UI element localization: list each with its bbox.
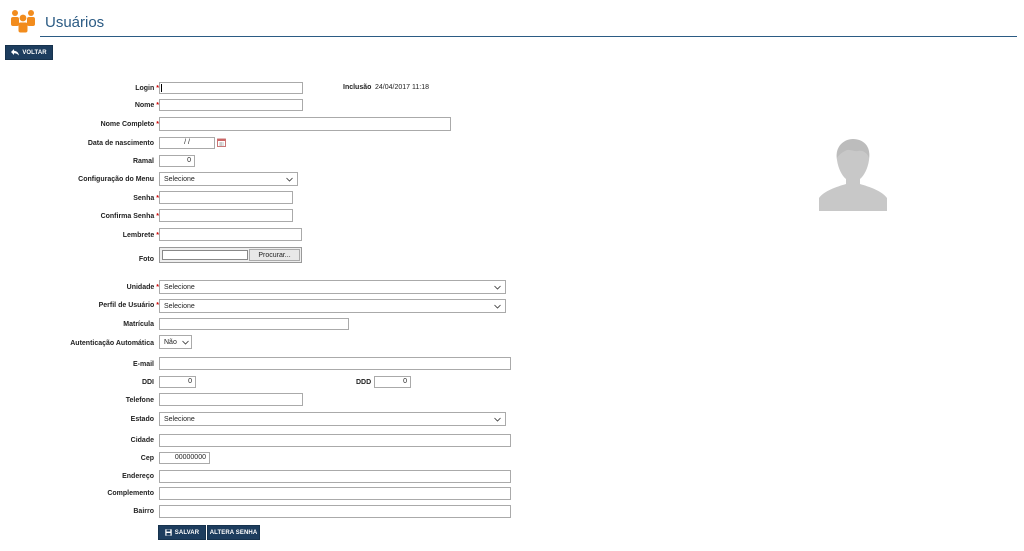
- ddi-label: DDI: [141, 379, 154, 386]
- browse-button[interactable]: Procurar...: [249, 249, 300, 261]
- perfil-label: Perfil de Usuário *: [98, 302, 159, 309]
- login-label: Login *: [135, 85, 159, 92]
- email-input[interactable]: [159, 357, 511, 370]
- autenticacao-select[interactable]: Não: [159, 335, 192, 349]
- estado-value: Selecione: [164, 415, 195, 423]
- page-title: Usuários: [45, 14, 105, 31]
- chevron-down-icon: [494, 285, 501, 290]
- cep-label: Cep: [140, 455, 154, 462]
- change-password-label: ALTERA SENHA: [209, 529, 258, 536]
- data-nascimento-input[interactable]: / /: [159, 137, 215, 149]
- config-menu-select[interactable]: Selecione: [159, 172, 298, 186]
- save-button-label: SALVAR: [174, 529, 200, 536]
- nome-completo-label: Nome Completo *: [100, 121, 159, 128]
- complemento-input[interactable]: [159, 487, 511, 500]
- autenticacao-value: Não: [164, 338, 177, 346]
- nome-completo-input[interactable]: [159, 117, 451, 131]
- confirma-senha-input[interactable]: [159, 209, 293, 222]
- cidade-input[interactable]: [159, 434, 511, 447]
- unidade-value: Selecione: [164, 283, 195, 291]
- save-button[interactable]: SALVAR: [158, 525, 206, 540]
- foto-label: Foto: [138, 256, 154, 263]
- confirma-senha-label: Confirma Senha *: [100, 213, 159, 220]
- floppy-disk-icon: [165, 529, 172, 536]
- login-input[interactable]: [159, 82, 303, 94]
- ddd-input[interactable]: 0: [374, 376, 411, 388]
- perfil-select[interactable]: Selecione: [159, 299, 506, 313]
- chevron-down-icon: [286, 177, 293, 182]
- text-caret: [161, 84, 162, 92]
- estado-label: Estado: [130, 416, 154, 423]
- chevron-down-icon: [494, 304, 501, 309]
- unidade-select[interactable]: Selecione: [159, 280, 506, 294]
- unidade-label: Unidade *: [126, 284, 159, 291]
- estado-select[interactable]: Selecione: [159, 412, 506, 426]
- matricula-label: Matrícula: [123, 321, 154, 328]
- inclusao-label: Inclusão: [343, 84, 372, 91]
- ddi-input[interactable]: 0: [159, 376, 196, 388]
- change-password-button[interactable]: ALTERA SENHA: [207, 525, 260, 540]
- cidade-label: Cidade: [130, 437, 154, 444]
- calendar-icon[interactable]: [217, 138, 226, 147]
- matricula-input[interactable]: [159, 318, 349, 330]
- ddd-label: DDD: [356, 379, 372, 386]
- lembrete-label: Lembrete *: [122, 232, 159, 239]
- lembrete-input[interactable]: [159, 228, 302, 241]
- users-icon: [11, 10, 35, 33]
- config-menu-label: Configuração do Menu: [78, 176, 154, 183]
- bairro-label: Bairro: [133, 508, 154, 515]
- nome-input[interactable]: [159, 99, 303, 111]
- autenticacao-label: Autenticação Automática: [70, 340, 154, 347]
- reply-arrow-icon: [11, 49, 20, 56]
- user-photo-placeholder: [819, 139, 887, 211]
- ramal-label: Ramal: [132, 158, 154, 165]
- file-path-field: [162, 250, 248, 260]
- perfil-value: Selecione: [164, 302, 195, 310]
- config-menu-value: Selecione: [164, 175, 195, 183]
- inclusao-value: 24/04/2017 11:18: [375, 84, 429, 91]
- senha-input[interactable]: [159, 191, 293, 204]
- bairro-input[interactable]: [159, 505, 511, 518]
- email-label: E-mail: [132, 361, 154, 368]
- endereco-input[interactable]: [159, 470, 511, 483]
- chevron-down-icon: [182, 340, 189, 345]
- telefone-input[interactable]: [159, 393, 303, 406]
- back-button[interactable]: VOLTAR: [5, 45, 53, 60]
- nome-label: Nome *: [134, 102, 159, 109]
- complemento-label: Complemento: [107, 490, 154, 497]
- telefone-label: Telefone: [125, 397, 154, 404]
- endereco-label: Endereço: [122, 473, 154, 480]
- ramal-input[interactable]: 0: [159, 155, 195, 167]
- data-nascimento-label: Data de nascimento: [87, 140, 154, 147]
- back-button-label: VOLTAR: [22, 49, 47, 56]
- chevron-down-icon: [494, 417, 501, 422]
- header-divider: [40, 36, 1017, 37]
- foto-file-input[interactable]: Procurar...: [159, 247, 302, 263]
- cep-input[interactable]: 00000000: [159, 452, 210, 464]
- senha-label: Senha *: [133, 195, 159, 202]
- page-header: Usuários: [0, 0, 1024, 38]
